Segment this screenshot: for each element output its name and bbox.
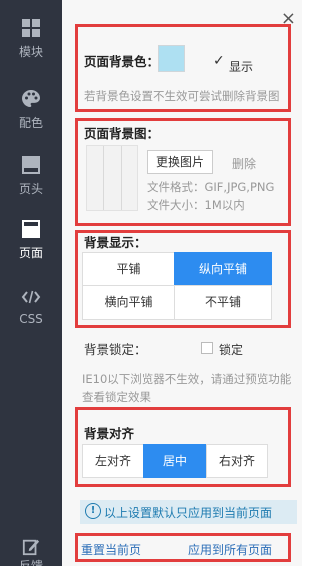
bg-image-preview bbox=[86, 145, 138, 211]
bg-color-swatch[interactable] bbox=[158, 45, 185, 72]
nav-item-modules[interactable]: 模块 bbox=[0, 18, 62, 80]
nav-item-label: CSS bbox=[19, 312, 43, 326]
align-option-left[interactable]: 左对齐 bbox=[82, 444, 144, 478]
edit-icon bbox=[22, 539, 40, 556]
nav-item-css[interactable]: CSS bbox=[0, 287, 62, 349]
display-option-tile-vertical[interactable]: 纵向平铺 bbox=[174, 252, 272, 286]
bg-display-title: 背景显示： bbox=[84, 235, 147, 250]
bg-lock-hint-line1: IE10以下浏览器不生效，请通过预览功能 bbox=[82, 372, 292, 386]
display-option-no-tile[interactable]: 不平铺 bbox=[174, 285, 272, 320]
lock-checkbox-label: 锁定 bbox=[219, 343, 244, 357]
apply-all-pages-link[interactable]: 应用到所有页面 bbox=[188, 541, 272, 558]
header-icon bbox=[22, 156, 40, 174]
align-option-center[interactable]: 居中 bbox=[143, 444, 207, 478]
bg-color-title: 页面背景色： bbox=[84, 54, 160, 69]
bg-color-hint: 若背景色设置不生效可尝试删除背景图 bbox=[84, 89, 280, 103]
delete-image-link[interactable]: 删除 bbox=[232, 155, 256, 172]
file-size-text: 文件大小：1M以内 bbox=[147, 198, 245, 212]
settings-panel: × 页面背景色： ✓ 显示 若背景色设置不生效可尝试删除背景图 页面背景图： 更… bbox=[62, 0, 302, 566]
align-option-right[interactable]: 右对齐 bbox=[206, 444, 268, 478]
bg-lock-hint: IE10以下浏览器不生效，请通过预览功能 查看锁定效果 bbox=[82, 370, 291, 406]
nav-item-header[interactable]: 页头 bbox=[0, 155, 62, 217]
sidebar: 模块 配色 页头 页面 CSS 反馈 bbox=[0, 0, 62, 566]
check-icon: ✓ bbox=[213, 53, 225, 69]
file-format-text: 文件格式：GIF,JPG,PNG bbox=[147, 180, 275, 194]
change-image-button[interactable]: 更换图片 bbox=[147, 150, 213, 174]
nav-item-feedback[interactable]: 反馈 bbox=[0, 538, 62, 566]
palette-icon bbox=[22, 90, 40, 107]
code-icon bbox=[21, 290, 41, 304]
show-checkbox-label: 显示 bbox=[229, 60, 254, 74]
nav-item-label: 反馈 bbox=[18, 559, 43, 566]
nav-item-label: 页面 bbox=[18, 246, 43, 260]
display-option-tile-horizontal[interactable]: 横向平铺 bbox=[82, 285, 175, 320]
info-icon: ! bbox=[85, 503, 101, 519]
info-notice: ! 以上设置默认只应用到当前页面 bbox=[80, 500, 297, 524]
display-option-tile[interactable]: 平铺 bbox=[82, 252, 175, 286]
page-icon bbox=[22, 220, 40, 238]
nav-item-colors[interactable]: 配色 bbox=[0, 89, 62, 151]
bg-lock-title: 背景锁定： bbox=[84, 342, 147, 357]
lock-checkbox[interactable] bbox=[201, 342, 213, 354]
nav-item-page[interactable]: 页面 bbox=[0, 219, 62, 281]
reset-page-link[interactable]: 重置当前页 bbox=[81, 541, 141, 558]
bg-align-title: 背景对齐 bbox=[84, 426, 135, 441]
info-notice-text: 以上设置默认只应用到当前页面 bbox=[104, 506, 273, 520]
grid-icon bbox=[22, 19, 40, 37]
nav-item-label: 模块 bbox=[18, 45, 43, 59]
nav-item-label: 页头 bbox=[18, 182, 43, 196]
bg-lock-hint-line2: 查看锁定效果 bbox=[82, 390, 151, 404]
nav-item-label: 配色 bbox=[18, 116, 43, 130]
bg-image-title: 页面背景图： bbox=[84, 126, 160, 141]
